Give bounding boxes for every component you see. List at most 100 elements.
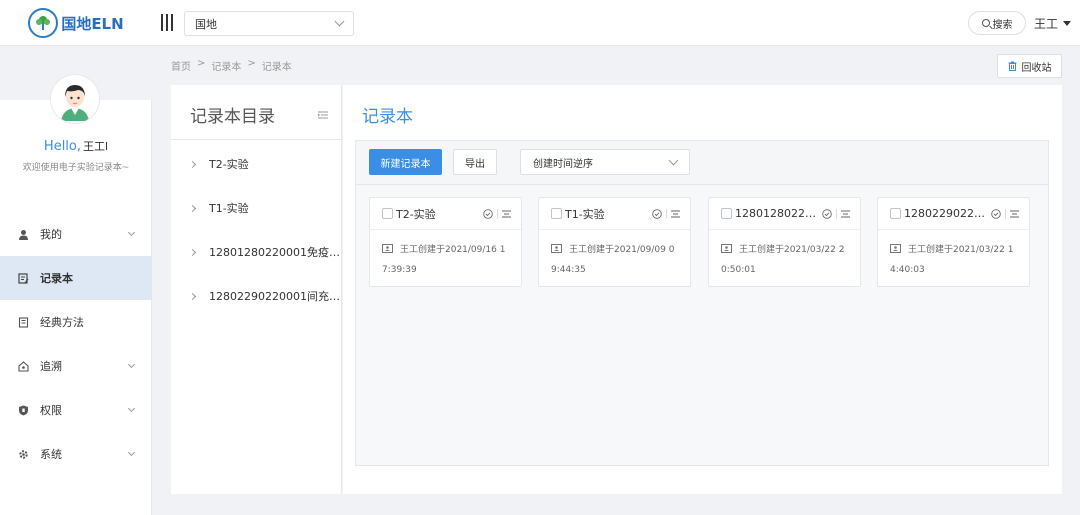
check-circle-icon[interactable] bbox=[652, 208, 662, 219]
breadcrumb-separator: > bbox=[247, 58, 256, 69]
breadcrumb-separator: > bbox=[197, 58, 206, 69]
app-logo[interactable]: 国地ELN bbox=[0, 0, 152, 46]
logo-emblem-icon bbox=[28, 8, 59, 38]
card-created-line: 9:44:35 bbox=[551, 265, 586, 275]
page-title: 记录本 bbox=[362, 107, 413, 127]
chevron-down-icon bbox=[334, 16, 345, 27]
chevron-right-icon bbox=[190, 292, 197, 300]
sidebar-item-system[interactable]: 系统 bbox=[0, 432, 152, 476]
sidebar-item-label: 记录本 bbox=[40, 272, 73, 285]
tree-node-label: T2-实验 bbox=[209, 158, 249, 171]
workspace-select-value: 国地 bbox=[195, 17, 217, 31]
card-header: 12801280220001 bbox=[709, 198, 860, 230]
card-created-line: 王工创建于2021/03/22 1 bbox=[908, 245, 1014, 255]
check-circle-icon[interactable] bbox=[483, 208, 493, 219]
chevron-down-icon bbox=[127, 360, 136, 369]
search-button-label: 搜索 bbox=[992, 19, 1013, 31]
notebook-main-panel: 记录本 新建记录本 导出 创建时间逆序 T2-实验 王工创建于2021/09/1… bbox=[343, 85, 1062, 494]
notebook-card[interactable]: 12802290220001 王工创建于2021/03/22 1 4:40:03 bbox=[877, 197, 1030, 287]
card-title[interactable]: T2-实验 bbox=[396, 206, 483, 222]
card-meta: 王工创建于2021/03/22 1 4:40:03 bbox=[890, 240, 1020, 280]
check-circle-icon[interactable] bbox=[822, 208, 832, 219]
greeting-user-name: 王工l bbox=[83, 140, 109, 153]
menu-icon[interactable] bbox=[841, 210, 850, 218]
card-checkbox[interactable] bbox=[890, 208, 901, 219]
chevron-right-icon bbox=[190, 160, 197, 168]
trace-icon bbox=[17, 360, 29, 372]
notebook-card[interactable]: 12801280220001 王工创建于2021/03/22 2 0:50:01 bbox=[708, 197, 861, 287]
notebook-card[interactable]: T1-实验 王工创建于2021/09/09 0 9:44:35 bbox=[538, 197, 691, 287]
breadcrumb-home[interactable]: 首页 bbox=[171, 58, 191, 73]
toolbar: 新建记录本 导出 创建时间逆序 bbox=[356, 141, 1048, 185]
tree-node[interactable]: 12801280220001免疫细胞 bbox=[190, 244, 340, 260]
gear-icon bbox=[17, 448, 29, 460]
card-checkbox[interactable] bbox=[551, 208, 562, 219]
notebook-tree-panel: 记录本目录 T2-实验 T1-实验 12801280220001免疫细胞 128… bbox=[171, 85, 342, 494]
sidebar-item-label: 系统 bbox=[40, 448, 62, 461]
user-menu-name: 王工 bbox=[1034, 17, 1059, 31]
tree-node[interactable]: 12802290220001间充质干细胞 bbox=[190, 288, 340, 304]
menu-icon[interactable] bbox=[671, 210, 680, 218]
notebook-cards-area: T2-实验 王工创建于2021/09/16 1 7:39:39 T1-实验 王工… bbox=[356, 186, 1048, 465]
chevron-down-icon bbox=[668, 155, 679, 165]
card-checkbox[interactable] bbox=[721, 208, 732, 219]
card-meta: 王工创建于2021/03/22 2 0:50:01 bbox=[721, 240, 851, 280]
collapse-icon[interactable] bbox=[318, 109, 328, 122]
notebook-card[interactable]: T2-实验 王工创建于2021/09/16 1 7:39:39 bbox=[369, 197, 522, 287]
chevron-down-icon bbox=[127, 448, 136, 457]
greeting: Hello, 王工l bbox=[0, 138, 152, 154]
card-checkbox[interactable] bbox=[382, 208, 393, 219]
user-menu[interactable]: 王工 bbox=[1034, 15, 1072, 32]
check-circle-icon[interactable] bbox=[991, 208, 1001, 219]
sidebar-item-permissions[interactable]: 权限 bbox=[0, 388, 152, 432]
breadcrumb-current: 记录本 bbox=[261, 62, 292, 73]
card-created-line: 王工创建于2021/03/22 2 bbox=[739, 245, 845, 255]
chevron-right-icon bbox=[190, 248, 197, 256]
id-card-icon bbox=[551, 244, 562, 253]
card-title[interactable]: 12801280220001 bbox=[735, 207, 822, 220]
search-button[interactable]: 搜索 bbox=[968, 11, 1026, 35]
sort-select-value: 创建时间逆序 bbox=[533, 158, 593, 170]
avatar[interactable] bbox=[51, 75, 99, 123]
divider bbox=[171, 139, 342, 140]
welcome-text: 欢迎使用电子实验记录本~ bbox=[22, 163, 130, 173]
menu-icon[interactable] bbox=[1010, 210, 1019, 218]
book-icon bbox=[17, 316, 29, 328]
notebook-icon bbox=[17, 272, 29, 284]
card-created-line: 王工创建于2021/09/09 0 bbox=[569, 245, 675, 255]
card-meta: 王工创建于2021/09/09 0 9:44:35 bbox=[551, 240, 681, 280]
trash-icon bbox=[1008, 61, 1016, 71]
breadcrumb-notebook[interactable]: 记录本 bbox=[211, 58, 241, 73]
tree-node[interactable]: T1-实验 bbox=[190, 200, 340, 216]
sidebar-item-label: 经典方法 bbox=[40, 316, 84, 329]
new-notebook-button[interactable]: 新建记录本 bbox=[369, 149, 442, 175]
card-header: T1-实验 bbox=[539, 198, 690, 230]
sidebar-item-notebook[interactable]: 记录本 bbox=[0, 256, 152, 300]
card-title[interactable]: T1-实验 bbox=[565, 206, 652, 222]
id-card-icon bbox=[721, 244, 732, 253]
menu-icon[interactable] bbox=[502, 210, 511, 218]
tree-node[interactable]: T2-实验 bbox=[190, 156, 340, 172]
menu-toggle-icon[interactable] bbox=[161, 14, 173, 31]
id-card-icon bbox=[890, 244, 901, 253]
tree-node-label: 12802290220001间充质干细胞 bbox=[209, 290, 340, 303]
card-created-line: 王工创建于2021/09/16 1 bbox=[400, 245, 506, 255]
user-icon bbox=[17, 228, 29, 240]
caret-down-icon bbox=[1063, 21, 1072, 26]
sidebar-item-mine[interactable]: 我的 bbox=[0, 212, 152, 256]
tree-title: 记录本目录 bbox=[190, 107, 275, 127]
greeting-hello: Hello, bbox=[43, 139, 82, 154]
sidebar-item-methods[interactable]: 经典方法 bbox=[0, 300, 152, 344]
sidebar-item-trace[interactable]: 追溯 bbox=[0, 344, 152, 388]
card-title[interactable]: 12802290220001 bbox=[904, 207, 991, 220]
logo-text: 国地ELN bbox=[61, 14, 124, 33]
sidebar-item-label: 权限 bbox=[40, 404, 62, 417]
export-button[interactable]: 导出 bbox=[453, 149, 497, 175]
workspace-select[interactable]: 国地 bbox=[184, 11, 354, 36]
id-card-icon bbox=[382, 244, 393, 253]
recycle-bin-button[interactable]: 回收站 bbox=[997, 54, 1062, 78]
card-created-line: 4:40:03 bbox=[890, 265, 925, 275]
tree-node-label: T1-实验 bbox=[209, 202, 249, 215]
chevron-down-icon bbox=[127, 228, 136, 237]
sort-select[interactable]: 创建时间逆序 bbox=[520, 149, 690, 175]
